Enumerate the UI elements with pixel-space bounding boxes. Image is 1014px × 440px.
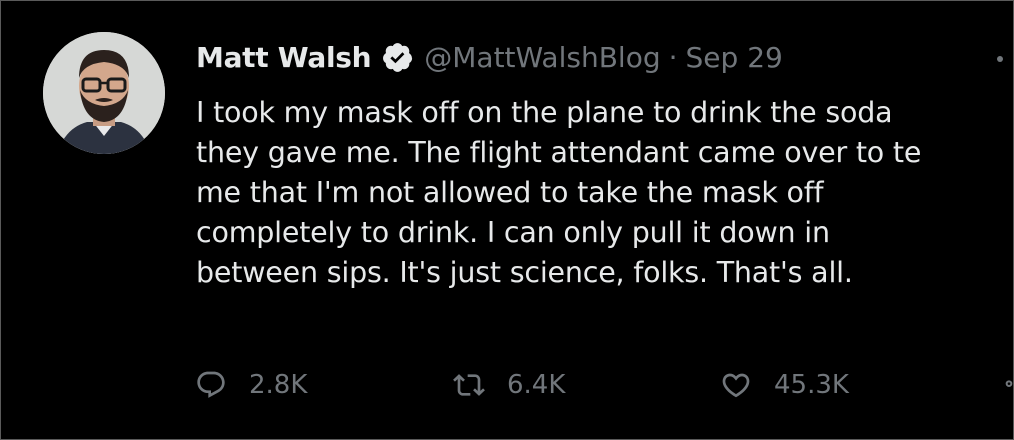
tweet-text: I took my mask off on the plane to drink… [196,93,1014,293]
avatar-image [43,32,165,154]
tweet-actions: 2.8K 6.4K 45.3K [1,363,1014,407]
share-button[interactable] [1001,369,1014,401]
like-count: 45.3K [774,370,849,400]
retweet-count: 6.4K [507,370,566,400]
author-name[interactable]: Matt Walsh [196,41,372,74]
more-icon[interactable] [997,56,1003,62]
tweet-line: me that I'm not allowed to take the mask… [196,176,824,209]
tweet-header: Matt Walsh @MattWalshBlog · Sep 29 [196,37,783,77]
share-icon [1005,380,1013,387]
tweet-card: Matt Walsh @MattWalshBlog · Sep 29 I too… [0,0,1014,440]
retweet-icon [453,374,485,396]
tweet-line: between sips. It's just science, folks. … [196,256,853,289]
tweet-date[interactable]: Sep 29 [686,41,783,74]
tweet-line: they gave me. The flight attendant came … [196,136,922,169]
verified-badge-icon [381,41,414,74]
reply-count: 2.8K [249,370,308,400]
author-handle[interactable]: @MattWalshBlog [424,41,660,74]
like-button[interactable]: 45.3K [720,363,849,407]
retweet-button[interactable]: 6.4K [453,363,565,407]
avatar[interactable] [43,32,165,154]
separator-dot: · [668,40,678,74]
reply-icon [197,371,225,398]
tweet-line: completely to drink. I can only pull it … [196,216,830,249]
tweet-line: I took my mask off on the plane to drink… [196,96,893,129]
reply-button[interactable]: 2.8K [195,363,307,407]
heart-icon [722,373,750,398]
